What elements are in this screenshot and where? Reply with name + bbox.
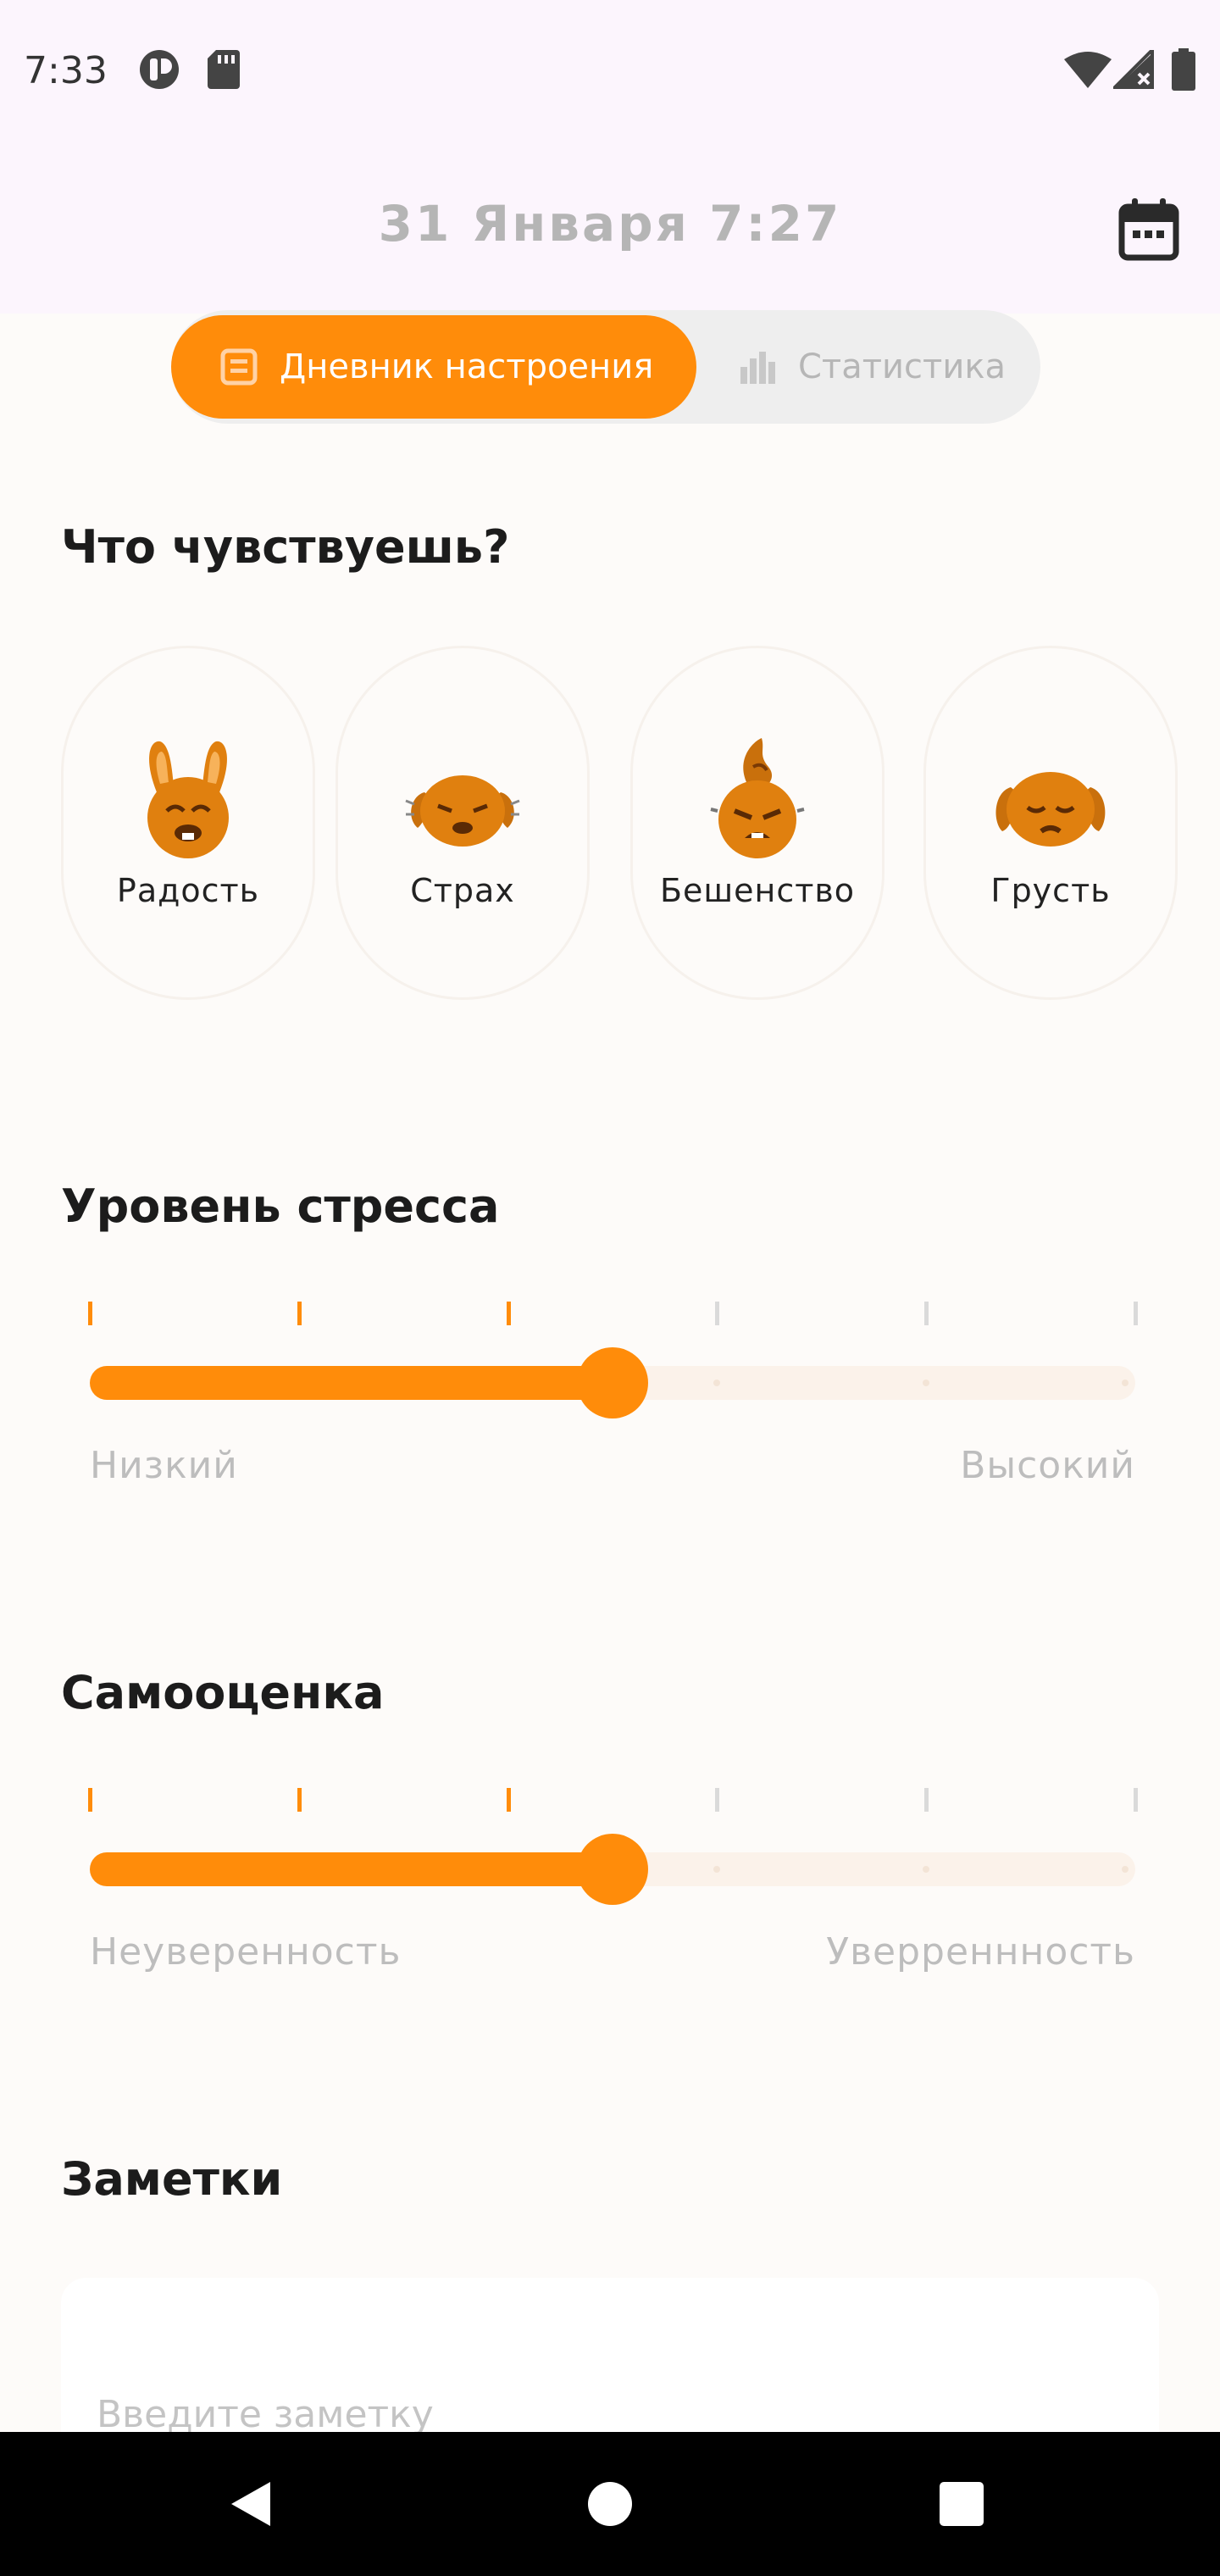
emotion-label: Бешенство [659, 872, 856, 909]
status-time: 7:33 [24, 49, 108, 92]
fear-bunny-icon [399, 733, 526, 860]
stress-max-label: Высокий [960, 1444, 1135, 1487]
tab-statistics-label: Статистика [798, 347, 1006, 386]
battery-icon [1171, 48, 1196, 91]
slider-tick [924, 1788, 929, 1812]
bar-chart-icon [739, 348, 776, 386]
self-esteem-title: Самооценка [61, 1666, 385, 1719]
sad-bunny-icon [987, 733, 1114, 860]
tab-mood-diary[interactable]: Дневник настроения [171, 315, 696, 419]
emotion-card-rage[interactable]: Бешенство [630, 646, 884, 1000]
emotion-label: Страх [410, 872, 515, 909]
emotion-label: Радость [116, 872, 260, 909]
system-nav-bar [0, 2432, 1220, 2576]
slider-tick [715, 1302, 720, 1325]
slider-fill [90, 1366, 613, 1400]
slider-tick [1134, 1302, 1138, 1325]
wifi-icon [1064, 49, 1112, 90]
slider-fill [90, 1852, 613, 1886]
tab-statistics[interactable]: Статистика [696, 315, 1040, 419]
mode-tabs: Дневник настроения Статистика [171, 310, 1040, 424]
emotion-card-joy[interactable]: Радость [61, 646, 315, 1000]
diary-icon [220, 348, 258, 386]
rage-bunny-icon [694, 733, 821, 860]
no-signal-icon [1113, 49, 1154, 90]
header-date-title: 31 Января 7:27 [378, 195, 842, 253]
self-esteem-max-label: Уверреннность [826, 1930, 1135, 1974]
emotion-card-fear[interactable]: Страх [336, 646, 590, 1000]
status-bar: 7:33 [0, 0, 1220, 144]
slider-thumb[interactable] [577, 1347, 648, 1418]
slider-tick [297, 1788, 302, 1812]
self-esteem-slider[interactable]: Неуверенность Уверреннность [88, 1788, 1138, 1974]
slider-step-dot [1121, 1866, 1128, 1873]
slider-step-dot [1121, 1380, 1128, 1386]
slider-thumb[interactable] [577, 1834, 648, 1905]
recents-icon[interactable] [923, 2466, 1000, 2542]
stress-slider[interactable]: Низкий Высокий [88, 1302, 1138, 1487]
slider-tick [506, 1302, 511, 1325]
sd-card-icon [207, 49, 241, 90]
notes-title: Заметки [61, 2152, 283, 2206]
slider-tick [88, 1302, 92, 1325]
slider-tick [297, 1302, 302, 1325]
calendar-icon[interactable] [1118, 198, 1179, 261]
joy-bunny-icon [125, 733, 252, 860]
slider-tick [924, 1302, 929, 1325]
self-esteem-min-label: Неуверенность [90, 1930, 402, 1974]
slider-tick [88, 1788, 92, 1812]
app-header: 31 Января 7:27 [0, 144, 1220, 314]
slider-tick [506, 1788, 511, 1812]
slider-tick [1134, 1788, 1138, 1812]
slider-tick [715, 1788, 720, 1812]
emotions-title: Что чувствуешь? [61, 520, 510, 574]
tab-mood-diary-label: Дневник настроения [280, 347, 654, 386]
emotion-label: Грусть [990, 872, 1111, 909]
emotion-card-sad[interactable]: Грусть [923, 646, 1178, 1000]
stress-title: Уровень стресса [61, 1180, 500, 1233]
stress-min-label: Низкий [90, 1444, 238, 1487]
back-icon[interactable] [214, 2466, 290, 2542]
tracking-app-icon [137, 49, 181, 90]
home-icon[interactable] [572, 2466, 648, 2542]
